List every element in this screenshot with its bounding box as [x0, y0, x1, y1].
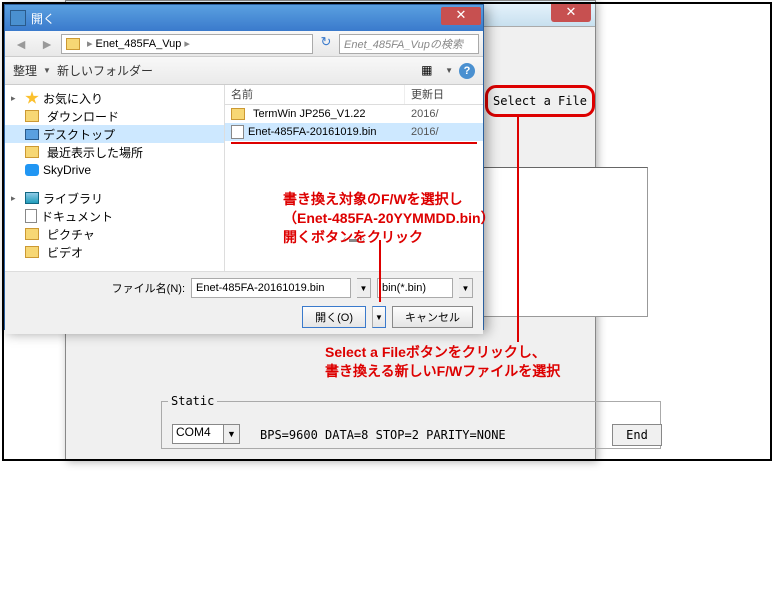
skydrive-icon: [25, 164, 39, 176]
open-split-dropdown[interactable]: ▼: [372, 306, 386, 328]
refresh-button[interactable]: ↻: [315, 34, 337, 54]
dialog-title: 開く: [31, 10, 55, 27]
connection-params: BPS=9600 DATA=8 STOP=2 PARITY=NONE: [260, 428, 506, 442]
folder-icon: [25, 246, 39, 258]
tree-skydrive[interactable]: SkyDrive: [5, 161, 224, 179]
breadcrumb-sep: ▸: [87, 37, 93, 50]
static-group: Static COM4 ▼ BPS=9600 DATA=8 STOP=2 PAR…: [161, 401, 661, 449]
dialog-bottom: ファイル名(N): ▼ bin(*.bin) ▼ 開く(O) ▼ キャンセル: [5, 271, 483, 334]
tree-documents[interactable]: ドキュメント: [5, 207, 224, 225]
nav-tree[interactable]: ▸お気に入り ダウンロード デスクトップ 最近表示した場所 SkyDrive ▸…: [5, 85, 225, 271]
star-icon: [25, 91, 39, 105]
annotation-1: 書き換え対象のF/Wを選択し （Enet-485FA-20YYMMDD.bin）…: [283, 190, 495, 247]
help-icon[interactable]: ?: [459, 63, 475, 79]
annotation-leader-1: [379, 240, 381, 302]
folder-icon: [231, 108, 245, 120]
file-type-filter[interactable]: bin(*.bin): [377, 278, 453, 298]
chevron-down-icon: ▼: [445, 66, 453, 75]
tree-favorites[interactable]: ▸お気に入り: [5, 89, 224, 107]
forward-button[interactable]: ►: [35, 34, 59, 54]
file-list-header: 名前 更新日: [225, 85, 483, 105]
end-button[interactable]: End: [612, 424, 662, 446]
com-port-value: COM4: [176, 425, 211, 439]
chevron-down-icon: ▼: [43, 66, 51, 75]
file-icon: [231, 125, 244, 139]
forward-arrow-icon: ►: [40, 36, 54, 52]
tree-pictures[interactable]: ピクチャ: [5, 225, 224, 243]
folder-icon: [25, 228, 39, 240]
chevron-down-icon: ▼: [223, 425, 239, 443]
tree-videos[interactable]: ビデオ: [5, 243, 224, 261]
file-row[interactable]: TermWin JP256_V1.22 2016/: [225, 105, 483, 123]
tree-libraries[interactable]: ▸ライブラリ: [5, 189, 224, 207]
annotation-leader-2: [517, 116, 519, 342]
tree-desktop[interactable]: デスクトップ: [5, 125, 224, 143]
address-bar[interactable]: ▸ Enet_485FA_Vup ▸: [61, 34, 313, 54]
new-folder-button[interactable]: 新しいフォルダー: [57, 62, 153, 79]
col-name[interactable]: 名前: [225, 85, 405, 104]
close-button[interactable]: ✕: [441, 7, 481, 25]
desktop-icon: [25, 129, 39, 140]
annotation-2: Select a Fileボタンをクリックし、 書き換える新しいF/Wファイルを…: [325, 343, 560, 381]
folder-icon: [25, 146, 39, 158]
back-arrow-icon: ◄: [14, 36, 28, 52]
tree-recent[interactable]: 最近表示した場所: [5, 143, 224, 161]
filename-input[interactable]: [191, 278, 351, 298]
address-bar-row: ◄ ► ▸ Enet_485FA_Vup ▸ ↻ Enet_485FA_Vupの…: [5, 31, 483, 57]
tree-downloads[interactable]: ダウンロード: [5, 107, 224, 125]
static-legend: Static: [168, 394, 217, 408]
file-row-selected[interactable]: Enet-485FA-20161019.bin 2016/: [225, 123, 483, 141]
back-button[interactable]: ◄: [9, 34, 33, 54]
filename-dropdown[interactable]: ▼: [357, 278, 371, 298]
folder-icon: [25, 110, 39, 122]
col-date[interactable]: 更新日: [405, 85, 483, 104]
view-options-button[interactable]: ▦: [421, 63, 439, 79]
breadcrumb-sep: ▸: [184, 37, 190, 50]
bg-close-button[interactable]: ✕: [551, 4, 591, 22]
search-input[interactable]: Enet_485FA_Vupの検索: [339, 34, 479, 54]
dialog-titlebar: 開く ✕: [5, 5, 483, 31]
com-port-select[interactable]: COM4 ▼: [172, 424, 240, 444]
dialog-toolbar: 整理 ▼ 新しいフォルダー ▦ ▼ ?: [5, 57, 483, 85]
library-icon: [25, 192, 39, 204]
filename-label: ファイル名(N):: [112, 280, 185, 296]
open-button[interactable]: 開く(O): [302, 306, 366, 328]
breadcrumb-path[interactable]: Enet_485FA_Vup: [96, 38, 182, 50]
cancel-button[interactable]: キャンセル: [392, 306, 473, 328]
open-file-dialog: 開く ✕ ◄ ► ▸ Enet_485FA_Vup ▸ ↻ Enet_485FA…: [4, 4, 484, 330]
folder-icon: [66, 38, 80, 50]
document-icon: [25, 209, 37, 223]
select-a-file-button[interactable]: Select a File: [485, 85, 595, 117]
annotation-underline: [231, 142, 477, 144]
app-icon: [10, 10, 26, 26]
organize-menu[interactable]: 整理: [13, 62, 37, 79]
filter-dropdown[interactable]: ▼: [459, 278, 473, 298]
